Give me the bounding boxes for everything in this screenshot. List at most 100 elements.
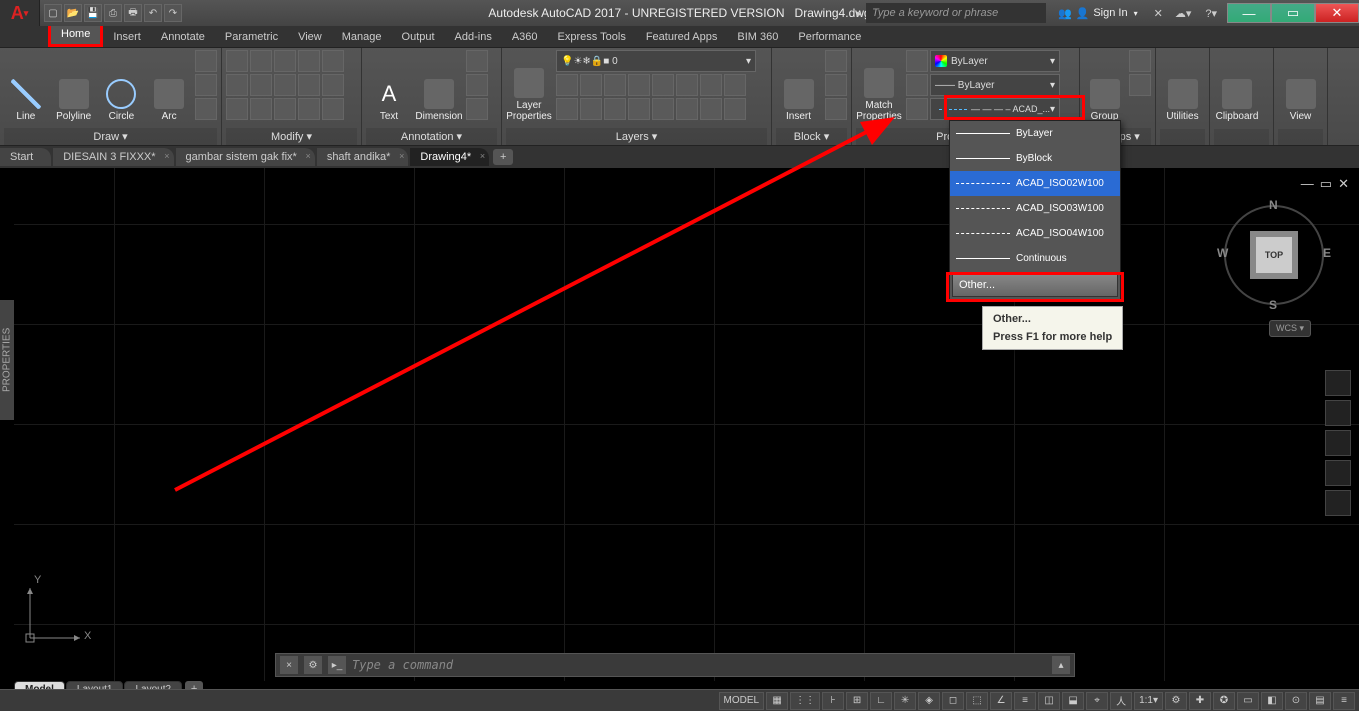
ribbon-tab-performance[interactable]: Performance <box>788 27 871 47</box>
layer-mini-2[interactable] <box>580 74 602 96</box>
group-mini-1[interactable] <box>1129 50 1151 72</box>
layer-mini-6[interactable] <box>676 74 698 96</box>
doc-tab-start[interactable]: Start <box>0 148 51 166</box>
anno-mini-2[interactable] <box>466 74 488 96</box>
qat-saveas-icon[interactable]: ⎙ <box>104 4 122 22</box>
layer-mini-16[interactable] <box>724 98 746 120</box>
sb-grid-icon[interactable]: ▦ <box>766 692 788 710</box>
modify-13[interactable] <box>274 98 296 120</box>
nav-wheel-icon[interactable] <box>1325 370 1351 396</box>
layer-mini-12[interactable] <box>628 98 650 120</box>
close-tab-icon[interactable]: × <box>399 151 404 161</box>
cloud-icon[interactable]: ☁▾ <box>1171 7 1196 20</box>
color-combo[interactable]: ByLayer▾ <box>930 50 1060 72</box>
sb-clean-icon[interactable]: ▤ <box>1309 692 1331 710</box>
modify-14[interactable] <box>298 98 320 120</box>
modify-mirror[interactable] <box>298 50 320 72</box>
ribbon-tab-manage[interactable]: Manage <box>332 27 392 47</box>
prop-mini-1[interactable] <box>906 50 928 72</box>
tool-utilities[interactable]: Utilities <box>1160 50 1205 122</box>
block-mini-1[interactable] <box>825 50 847 72</box>
maximize-button[interactable]: ▭ <box>1271 3 1315 23</box>
sb-monitor-icon[interactable]: ▭ <box>1237 692 1259 710</box>
modify-fillet[interactable] <box>322 50 344 72</box>
modify-move[interactable] <box>226 50 248 72</box>
linetype-other-button[interactable]: Other... <box>952 273 1118 297</box>
anno-mini-3[interactable] <box>466 98 488 120</box>
qat-new-icon[interactable]: ▢ <box>44 4 62 22</box>
tool-line[interactable]: Line <box>4 50 48 122</box>
drawing-canvas[interactable]: X Y <box>14 168 1359 681</box>
sb-iso2-icon[interactable]: ◧ <box>1261 692 1283 710</box>
command-input[interactable]: Type a command <box>352 658 1046 672</box>
prop-mini-3[interactable] <box>906 98 928 120</box>
nav-orbit-icon[interactable] <box>1325 460 1351 486</box>
tool-circle[interactable]: Circle <box>100 50 144 122</box>
linetype-item-bylayer[interactable]: ByLayer <box>950 121 1120 146</box>
ribbon-tab-express[interactable]: Express Tools <box>548 27 636 47</box>
nav-zoom-icon[interactable] <box>1325 430 1351 456</box>
sb-polar-icon[interactable]: ✳ <box>894 692 916 710</box>
tool-dimension[interactable]: Dimension <box>416 50 462 122</box>
modify-offset[interactable] <box>226 98 248 120</box>
nav-showmotion-icon[interactable] <box>1325 490 1351 516</box>
qat-redo-icon[interactable]: ↷ <box>164 4 182 22</box>
tool-text[interactable]: AText <box>366 50 412 122</box>
add-tab-button[interactable]: + <box>493 149 513 165</box>
qat-undo-icon[interactable]: ↶ <box>144 4 162 22</box>
layer-mini-11[interactable] <box>604 98 626 120</box>
ribbon-tab-annotate[interactable]: Annotate <box>151 27 215 47</box>
doc-min-icon[interactable]: — <box>1301 176 1314 192</box>
tool-polyline[interactable]: Polyline <box>52 50 96 122</box>
sb-iso-icon[interactable]: ◈ <box>918 692 940 710</box>
minimize-button[interactable]: — <box>1227 3 1271 23</box>
draw-mini-2[interactable] <box>195 74 217 96</box>
ribbon-tab-output[interactable]: Output <box>392 27 445 47</box>
sb-otrack-icon[interactable]: ∠ <box>990 692 1012 710</box>
modify-copy[interactable] <box>226 74 248 96</box>
ribbon-tab-a360[interactable]: A360 <box>502 27 548 47</box>
layer-mini-15[interactable] <box>700 98 722 120</box>
close-tab-icon[interactable]: × <box>164 151 169 161</box>
sb-ortho-icon[interactable]: ∟ <box>870 692 892 710</box>
ribbon-tab-view[interactable]: View <box>288 27 332 47</box>
modify-trim[interactable] <box>274 50 296 72</box>
sb-snap-icon[interactable]: ⋮⋮ <box>790 692 820 710</box>
app-menu-button[interactable]: A▾ <box>0 0 40 26</box>
tool-layer-properties[interactable]: Layer Properties <box>506 50 552 122</box>
ribbon-tab-addins[interactable]: Add-ins <box>445 27 502 47</box>
draw-mini-1[interactable] <box>195 50 217 72</box>
layer-mini-4[interactable] <box>628 74 650 96</box>
panel-modify-title[interactable]: Modify ▾ <box>226 128 357 145</box>
help-icon[interactable]: ?▾ <box>1199 7 1223 20</box>
modify-scale[interactable] <box>250 74 272 96</box>
sb-custom-icon[interactable]: ≡ <box>1333 692 1355 710</box>
block-mini-2[interactable] <box>825 74 847 96</box>
modify-stretch[interactable] <box>298 74 320 96</box>
layer-mini-5[interactable] <box>652 74 674 96</box>
layer-mini-7[interactable] <box>700 74 722 96</box>
sb-dyn-icon[interactable]: ⊞ <box>846 692 868 710</box>
properties-palette-tab[interactable]: PROPERTIES <box>0 300 14 420</box>
command-line[interactable]: × ⚙ ▸_ Type a command ▴ <box>275 653 1075 677</box>
modify-array[interactable] <box>274 74 296 96</box>
layer-mini-1[interactable] <box>556 74 578 96</box>
viewcube[interactable]: TOP N S E W <box>1219 200 1329 310</box>
linetype-combo[interactable]: — — — – ACAD_...▾ <box>930 98 1060 120</box>
doc-max-icon[interactable]: ▭ <box>1320 176 1332 192</box>
panel-layers-title[interactable]: Layers ▾ <box>506 128 767 145</box>
tool-clipboard[interactable]: Clipboard <box>1214 50 1260 122</box>
modify-15[interactable] <box>322 98 344 120</box>
doc-tab-3[interactable]: shaft andika*× <box>317 148 409 166</box>
search-input[interactable]: Type a keyword or phrase <box>866 3 1046 23</box>
signin-button[interactable]: 👥 👤 Sign In▾ <box>1050 7 1146 20</box>
cmd-expand-icon[interactable]: ▴ <box>1052 656 1070 674</box>
linetype-item-byblock[interactable]: ByBlock <box>950 146 1120 171</box>
tool-insert[interactable]: Insert <box>776 50 821 122</box>
doc-tab-4[interactable]: Drawing4*× <box>410 148 489 166</box>
modify-rotate[interactable] <box>250 50 272 72</box>
qat-open-icon[interactable]: 📂 <box>64 4 82 22</box>
linetype-item-iso02[interactable]: ACAD_ISO02W100 <box>950 171 1120 196</box>
layer-mini-3[interactable] <box>604 74 626 96</box>
sb-osnap-icon[interactable]: ◻ <box>942 692 964 710</box>
